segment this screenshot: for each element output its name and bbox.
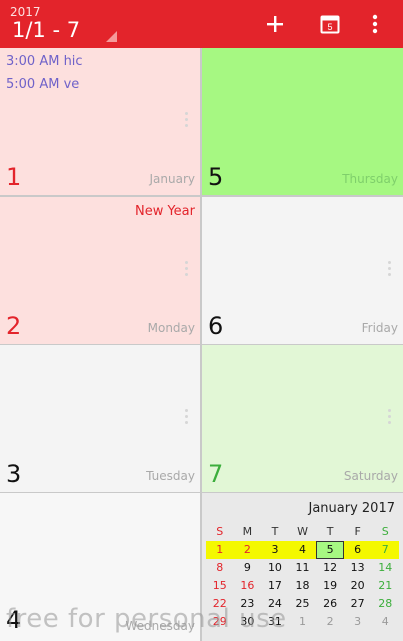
date-range-selector[interactable]: 1/1 - 7 [12,17,80,43]
day-label: Friday [361,321,398,335]
date-cell[interactable]: 31 [261,613,289,631]
week-row: 29 30 31 1 2 3 4 [206,613,399,631]
weekday-header-row: S M T W T F S [206,523,399,541]
weekday-header: T [326,525,334,538]
drag-handle-icon[interactable] [388,261,392,279]
mini-calendar-table: S M T W T F S 1 2 3 4 5 6 7 8 9 10 11 12… [206,523,399,631]
date-cell[interactable]: 17 [261,577,289,595]
day-number: 1 [6,163,22,191]
weekday-header: M [242,525,253,538]
day-number: 3 [6,460,22,488]
date-cell[interactable]: 22 [206,595,234,613]
more-options-button[interactable] [355,0,395,48]
today-number: 5 [327,22,332,32]
today-date-cell[interactable]: 5 [316,541,344,559]
day-label: Wednesday [125,619,195,633]
drag-handle-icon[interactable] [185,112,189,130]
date-cell[interactable]: 16 [234,577,262,595]
drag-handle-icon[interactable] [388,409,392,427]
date-cell[interactable]: 3 [261,541,289,559]
date-cell[interactable]: 14 [371,559,399,577]
day-label: January [149,172,196,186]
day-number: 6 [208,312,224,340]
day-label: Thursday [342,172,398,186]
dropdown-corner-icon[interactable] [106,31,117,42]
date-cell[interactable]: 6 [344,541,372,559]
event-item[interactable]: 5:00 AM ve [6,77,79,92]
day-number: 7 [208,460,224,488]
current-week-row: 1 2 3 4 5 6 7 [206,541,399,559]
date-cell[interactable]: 4 [289,541,317,559]
day-cell-wednesday[interactable]: 4 Wednesday [0,493,200,641]
day-label: Monday [147,321,195,335]
date-cell[interactable]: 2 [316,613,344,631]
week-row: 22 23 24 25 26 27 28 [206,595,399,613]
event-item[interactable]: 3:00 AM hic [6,54,83,69]
day-cell-tuesday[interactable]: 3 Tuesday [0,345,200,492]
date-cell[interactable]: 9 [234,559,262,577]
date-cell[interactable]: 13 [344,559,372,577]
day-cell-thursday[interactable]: 5 Thursday [202,48,403,195]
holiday-label: New Year [134,204,195,219]
date-cell[interactable]: 24 [261,595,289,613]
mini-month-calendar[interactable]: January 2017 S M T W T F S 1 2 3 4 5 6 7 [202,493,403,641]
weekday-header: W [297,525,308,538]
date-cell[interactable]: 21 [371,577,399,595]
weekday-header: S [216,525,224,538]
date-cell[interactable]: 29 [206,613,234,631]
date-cell[interactable]: 1 [206,541,234,559]
day-cell-sunday[interactable]: 3:00 AM hic 5:00 AM ve 1 January [0,48,200,195]
date-cell[interactable]: 23 [234,595,262,613]
drag-handle-icon[interactable] [185,261,189,279]
day-label: Tuesday [146,469,195,483]
date-cell[interactable]: 1 [289,613,317,631]
date-cell[interactable]: 2 [234,541,262,559]
date-cell[interactable]: 30 [234,613,262,631]
day-number: 5 [208,163,224,191]
week-row: 15 16 17 18 19 20 21 [206,577,399,595]
app-toolbar: 2017 1/1 - 7 5 [0,0,403,48]
date-cell[interactable]: 7 [371,541,399,559]
drag-handle-icon[interactable] [185,409,189,427]
date-cell[interactable]: 8 [206,559,234,577]
more-vert-icon [372,14,378,34]
date-cell[interactable]: 4 [371,613,399,631]
calendar-today-icon: 5 [320,15,340,34]
weekday-header: S [381,525,389,538]
mini-calendar-title: January 2017 [308,501,396,516]
day-cell-saturday[interactable]: 7 Saturday [202,345,403,492]
date-cell[interactable]: 20 [344,577,372,595]
day-number: 4 [6,606,22,634]
add-event-button[interactable] [255,0,295,48]
date-cell[interactable]: 15 [206,577,234,595]
date-cell[interactable]: 10 [261,559,289,577]
week-grid: 3:00 AM hic 5:00 AM ve 1 January 5 Thurs… [0,48,403,641]
day-number: 2 [6,312,22,340]
date-cell[interactable]: 28 [371,595,399,613]
weekday-header: T [271,525,279,538]
date-cell[interactable]: 19 [316,577,344,595]
date-cell[interactable]: 26 [316,595,344,613]
day-cell-monday[interactable]: New Year 2 Monday [0,197,200,344]
date-cell[interactable]: 25 [289,595,317,613]
go-to-today-button[interactable]: 5 [310,0,350,48]
week-row: 8 9 10 11 12 13 14 [206,559,399,577]
date-cell[interactable]: 12 [316,559,344,577]
date-cell[interactable]: 18 [289,577,317,595]
weekday-header: F [354,525,361,538]
date-cell[interactable]: 3 [344,613,372,631]
date-cell[interactable]: 11 [289,559,317,577]
plus-icon [267,16,283,32]
day-cell-friday[interactable]: 6 Friday [202,197,403,344]
day-label: Saturday [343,469,398,483]
date-cell[interactable]: 27 [344,595,372,613]
